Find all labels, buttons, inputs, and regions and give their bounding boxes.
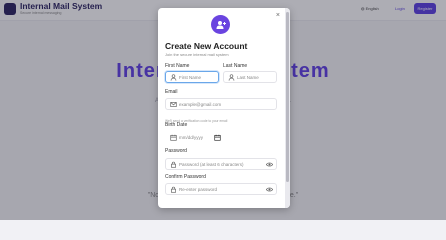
last-name-placeholder: Last Name — [237, 74, 259, 80]
birth-date-label: Birth Date — [165, 122, 188, 128]
person-icon — [228, 74, 235, 81]
first-name-label: First Name — [165, 63, 190, 69]
last-name-field[interactable]: Last Name — [223, 71, 277, 83]
modal-scrollbar[interactable] — [285, 8, 290, 208]
scrollbar-thumb[interactable] — [286, 12, 289, 182]
email-field[interactable]: example@gmail.com — [165, 98, 277, 110]
confirm-password-field[interactable]: Re-enter password — [165, 183, 277, 195]
birth-date-placeholder: mm/dd/yyyy — [179, 134, 204, 140]
email-placeholder: example@gmail.com — [179, 101, 222, 107]
close-icon[interactable]: × — [276, 12, 280, 20]
birth-date-field[interactable]: mm/dd/yyyy — [165, 131, 225, 143]
email-label: Email — [165, 89, 178, 95]
eye-icon[interactable] — [266, 161, 273, 168]
date-picker-icon[interactable] — [214, 134, 221, 141]
add-user-icon — [211, 15, 230, 34]
mail-icon — [170, 102, 177, 107]
last-name-label: Last Name — [223, 63, 248, 69]
password-placeholder: Password (at least 6 characters) — [179, 161, 244, 167]
eye-icon[interactable] — [266, 186, 273, 193]
calendar-icon — [170, 134, 177, 141]
confirm-password-label: Confirm Password — [165, 174, 206, 180]
first-name-placeholder: First Name — [179, 74, 202, 80]
modal-title: Create New Account — [165, 41, 248, 51]
confirm-password-placeholder: Re-enter password — [179, 186, 218, 192]
lock-icon — [171, 186, 176, 193]
password-label: Password — [165, 148, 187, 154]
password-field[interactable]: Password (at least 6 characters) — [165, 158, 277, 170]
modal-subtitle: Join the secure internal mail system — [165, 52, 229, 57]
first-name-field[interactable]: First Name — [165, 71, 219, 83]
register-modal: × Create New Account Join the secure int… — [158, 8, 290, 208]
lock-icon — [171, 161, 176, 168]
person-icon — [170, 74, 177, 81]
